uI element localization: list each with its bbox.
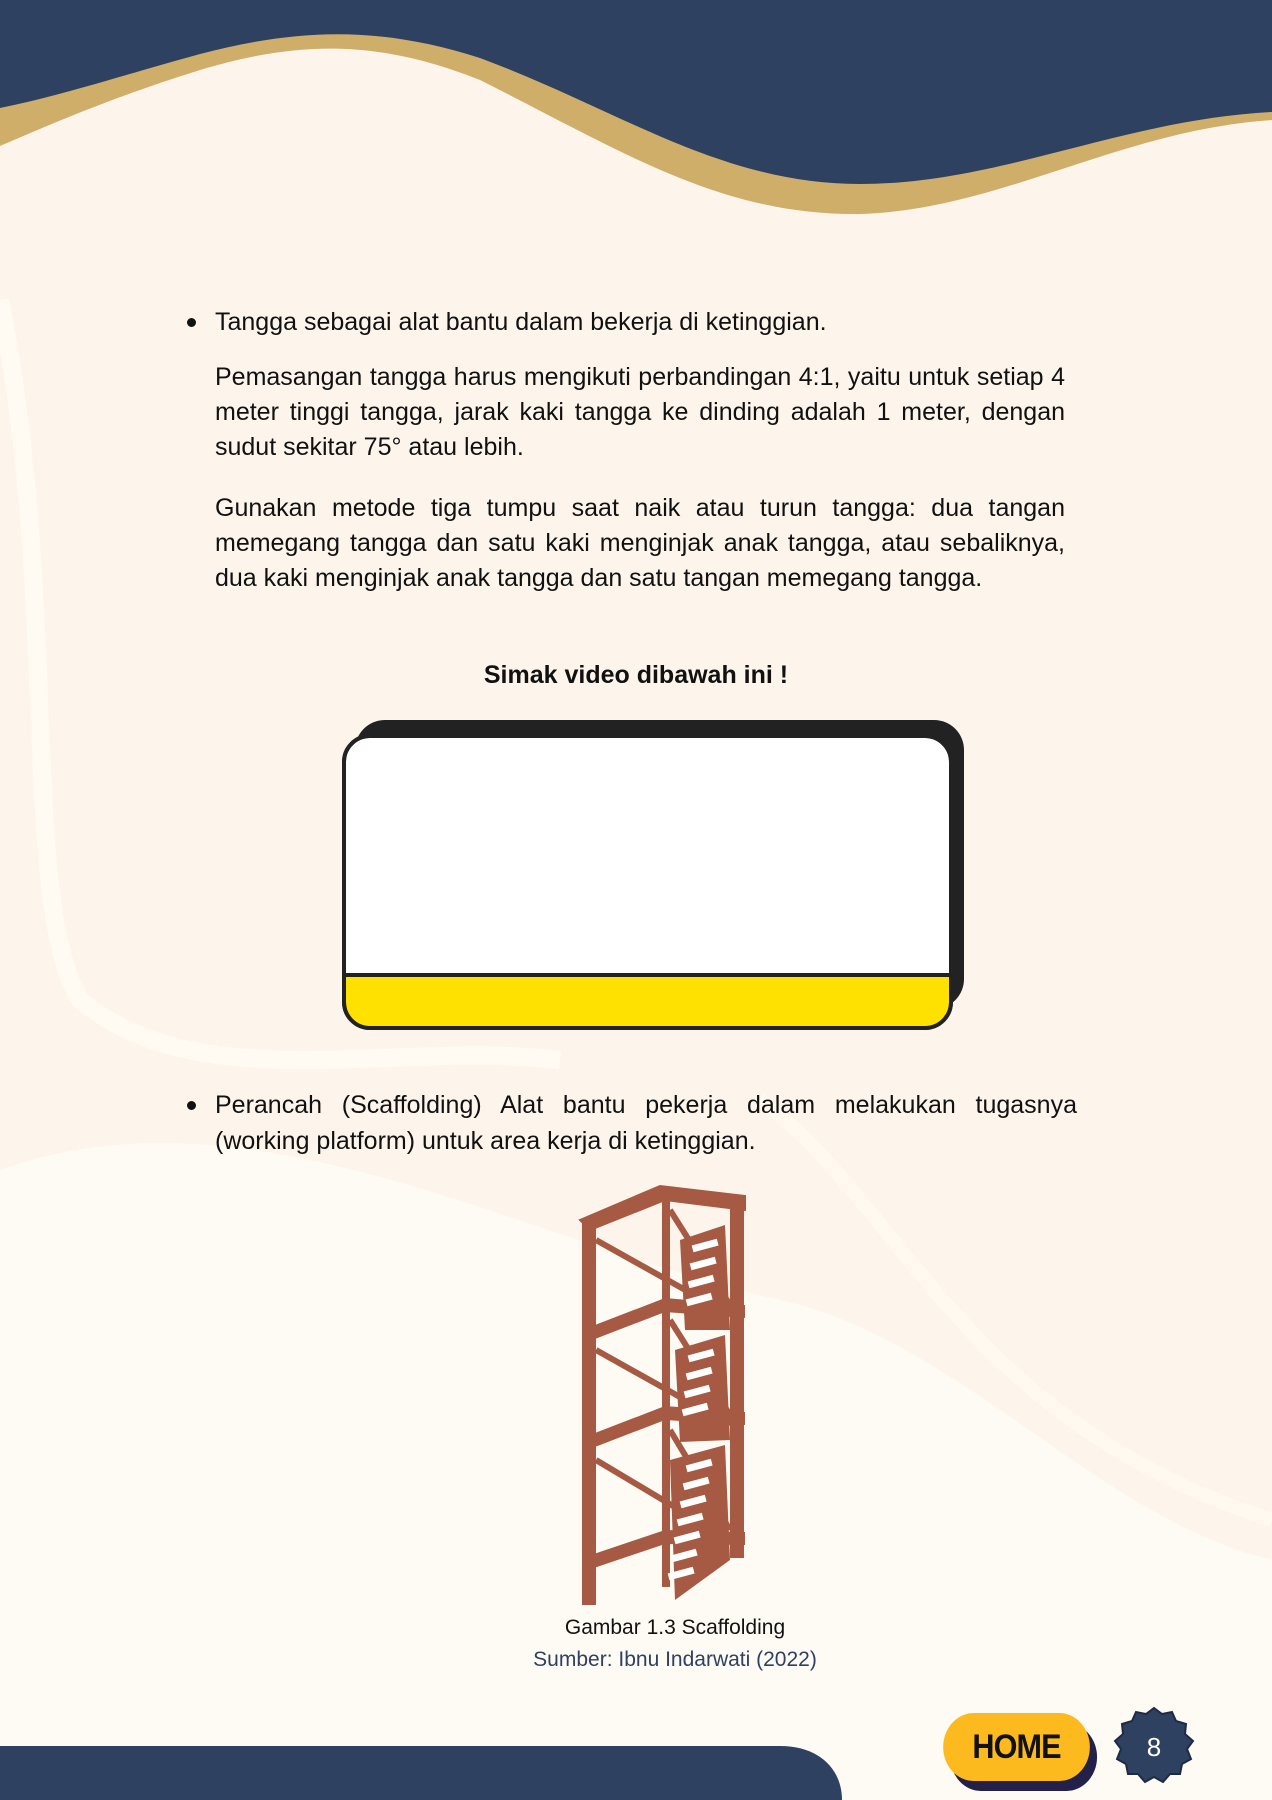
ladder-ratio-paragraph: Pemasangan tangga harus mengikuti perban… <box>215 363 1065 461</box>
home-button[interactable]: HOME <box>943 1713 1090 1781</box>
video-heading: Simak video dibawah ini ! <box>483 661 789 689</box>
bullet-scaffolding: Perancah (Scaffolding) Alat bantu pekerj… <box>187 1087 1077 1159</box>
three-point-contact-paragraph: Gunakan metode tiga tumpu saat naik atau… <box>215 494 1065 592</box>
page-content: Tangga sebagai alat bantu dalam bekerja … <box>0 0 1272 1800</box>
figure-caption: Gambar 1.3 Scaffolding <box>564 1616 786 1639</box>
video-player[interactable] <box>341 718 966 1031</box>
scaffolding-image <box>578 1184 746 1605</box>
page-number: 8 <box>1146 1731 1162 1762</box>
figure-source: Sumber: Ibnu Indarwati (2022) <box>533 1648 817 1671</box>
page-number-badge: 8 <box>1113 1706 1195 1788</box>
bullet-ladder: Tangga sebagai alat bantu dalam bekerja … <box>187 304 1077 340</box>
